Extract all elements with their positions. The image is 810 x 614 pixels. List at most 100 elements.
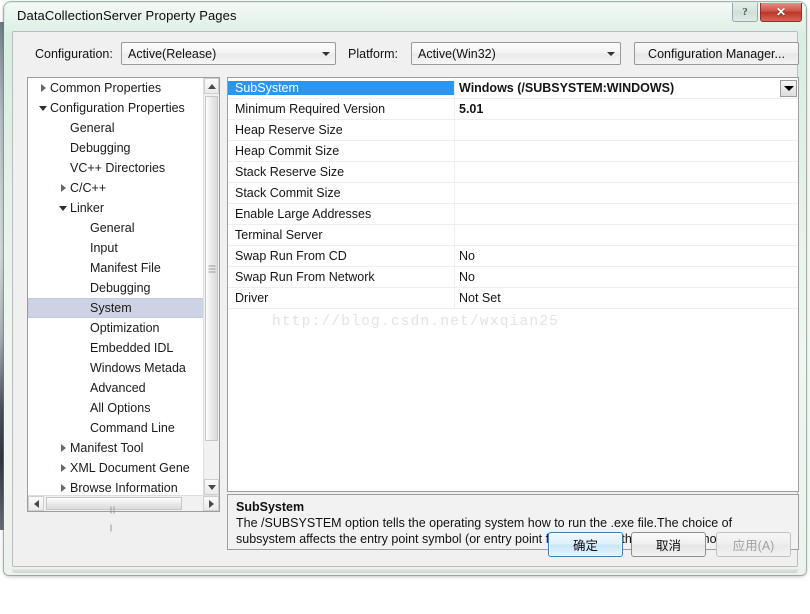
cancel-button[interactable]: 取消 — [631, 532, 706, 557]
tree-item-vc-directories[interactable]: VC++ Directories — [28, 158, 204, 178]
property-value[interactable] — [454, 225, 798, 245]
tree-item-browse-information[interactable]: Browse Information — [28, 478, 204, 495]
tree-vertical-scrollbar-thumb[interactable] — [205, 96, 218, 441]
grip-icon — [110, 500, 118, 531]
tree-item-label: Linker — [70, 201, 105, 215]
property-value[interactable]: Not Set — [454, 288, 798, 308]
tree-item-general[interactable]: General — [28, 218, 204, 238]
property-value[interactable] — [454, 141, 798, 161]
property-row[interactable]: SubSystem Windows (/SUBSYSTEM:WINDOWS) — [228, 78, 798, 99]
grip-icon — [208, 265, 215, 272]
title-bar: DataCollectionServer Property Pages ? ✕ — [4, 2, 806, 29]
property-row[interactable]: Stack Reserve Size — [228, 162, 798, 183]
help-icon[interactable]: ? — [732, 3, 758, 22]
property-row[interactable]: Swap Run From CD No — [228, 246, 798, 267]
property-name: SubSystem — [228, 81, 454, 95]
tree-item-command-line[interactable]: Command Line — [28, 418, 204, 438]
scroll-up-icon[interactable] — [204, 78, 219, 94]
property-value[interactable]: No — [454, 246, 798, 266]
property-row[interactable]: Swap Run From Network No — [228, 267, 798, 288]
tree-item-label: All Options — [90, 401, 151, 415]
configuration-combobox[interactable]: Active(Release) — [121, 42, 336, 65]
expand-arrow-icon[interactable] — [56, 464, 70, 472]
tree-item-configuration-properties[interactable]: Configuration Properties — [28, 98, 204, 118]
property-name: Heap Commit Size — [235, 144, 340, 158]
tree-item-label: Advanced — [90, 381, 146, 395]
property-value[interactable] — [454, 204, 798, 224]
property-value[interactable] — [454, 162, 798, 182]
tree-item-manifest-tool[interactable]: Manifest Tool — [28, 438, 204, 458]
properties-tree[interactable]: Common Properties Configuration Propertie… — [28, 78, 204, 495]
property-row[interactable]: Terminal Server — [228, 225, 798, 246]
dialog-button-bar: 确定 取消 应用(A) — [13, 532, 799, 560]
ok-button[interactable]: 确定 — [548, 532, 623, 557]
collapse-arrow-icon[interactable] — [56, 205, 70, 211]
collapse-arrow-icon[interactable] — [36, 105, 50, 111]
platform-value: Active(Win32) — [418, 46, 496, 61]
tree-item-label: Configuration Properties — [50, 101, 185, 115]
expand-arrow-icon[interactable] — [56, 484, 70, 492]
property-row[interactable]: Heap Commit Size — [228, 141, 798, 162]
expand-arrow-icon[interactable] — [56, 184, 70, 192]
properties-tree-panel: Common Properties Configuration Propertie… — [27, 77, 220, 531]
tree-item-label: Common Properties — [50, 81, 162, 95]
close-icon[interactable]: ✕ — [760, 3, 802, 22]
platform-combobox[interactable]: Active(Win32) — [411, 42, 621, 65]
property-row[interactable]: Driver Not Set — [228, 288, 798, 309]
property-value[interactable]: Windows (/SUBSYSTEM:WINDOWS) — [454, 78, 798, 98]
property-value[interactable]: No — [454, 267, 798, 287]
property-value[interactable]: 5.01 — [454, 99, 798, 119]
configuration-toolbar: Configuration: Active(Release) Platform:… — [13, 41, 799, 71]
property-name: Minimum Required Version — [235, 102, 386, 116]
property-value-dropdown-button[interactable] — [780, 80, 797, 97]
tree-item-all-options[interactable]: All Options — [28, 398, 204, 418]
property-row[interactable]: Enable Large Addresses — [228, 204, 798, 225]
tree-item-general[interactable]: General — [28, 118, 204, 138]
property-name: Enable Large Addresses — [235, 207, 372, 221]
tree-item-optimization[interactable]: Optimization — [28, 318, 204, 338]
scroll-left-icon[interactable] — [28, 496, 44, 511]
tree-item-label: Optimization — [90, 321, 160, 335]
expand-arrow-icon[interactable] — [36, 84, 50, 92]
property-pages-window: DataCollectionServer Property Pages ? ✕ … — [4, 2, 806, 575]
tree-item-label: XML Document Gene — [70, 461, 190, 475]
tree-item-common-properties[interactable]: Common Properties — [28, 78, 204, 98]
tree-item-label: Command Line — [90, 421, 175, 435]
chevron-down-icon — [602, 51, 620, 56]
property-grid-rows: SubSystem Windows (/SUBSYSTEM:WINDOWS) Min… — [228, 78, 798, 309]
property-grid[interactable]: SubSystem Windows (/SUBSYSTEM:WINDOWS) Min… — [227, 77, 799, 492]
tree-item-label: Manifest Tool — [70, 441, 144, 455]
tree-horizontal-scrollbar-thumb[interactable] — [46, 497, 182, 531]
tree-item-input[interactable]: Input — [28, 238, 204, 258]
property-value[interactable] — [454, 183, 798, 203]
tree-item-manifest-file[interactable]: Manifest File — [28, 258, 204, 278]
tree-item-debugging[interactable]: Debugging — [28, 138, 204, 158]
tree-item-label: Browse Information — [70, 481, 178, 495]
property-name: Swap Run From CD — [235, 249, 347, 263]
expand-arrow-icon[interactable] — [56, 444, 70, 452]
property-row[interactable]: Minimum Required Version 5.01 — [228, 99, 798, 120]
apply-button[interactable]: 应用(A) — [716, 532, 791, 557]
tree-item-windows-metada[interactable]: Windows Metada — [28, 358, 204, 378]
configuration-label: Configuration: — [35, 47, 113, 61]
scroll-down-icon[interactable] — [204, 479, 219, 495]
tree-horizontal-scrollbar[interactable] — [28, 495, 219, 531]
configuration-manager-button[interactable]: Configuration Manager... — [634, 42, 799, 65]
tree-vertical-scrollbar[interactable] — [203, 78, 219, 495]
tree-item-xml-document-gene[interactable]: XML Document Gene — [28, 458, 204, 478]
tree-item-linker[interactable]: Linker — [28, 198, 204, 218]
tree-item-debugging[interactable]: Debugging — [28, 278, 204, 298]
description-title: SubSystem — [236, 500, 305, 514]
scroll-right-icon[interactable] — [203, 496, 219, 511]
property-row[interactable]: Heap Reserve Size — [228, 120, 798, 141]
configuration-value: Active(Release) — [128, 46, 217, 61]
property-name: Terminal Server — [235, 228, 323, 242]
tree-item-system[interactable]: System — [28, 298, 204, 318]
tree-item-advanced[interactable]: Advanced — [28, 378, 204, 398]
property-value[interactable] — [454, 120, 798, 140]
tree-item-c-c[interactable]: C/C++ — [28, 178, 204, 198]
property-row[interactable]: Stack Commit Size — [228, 183, 798, 204]
window-title: DataCollectionServer Property Pages — [17, 8, 237, 23]
tree-item-embedded-idl[interactable]: Embedded IDL — [28, 338, 204, 358]
tree-item-label: Debugging — [70, 141, 131, 155]
